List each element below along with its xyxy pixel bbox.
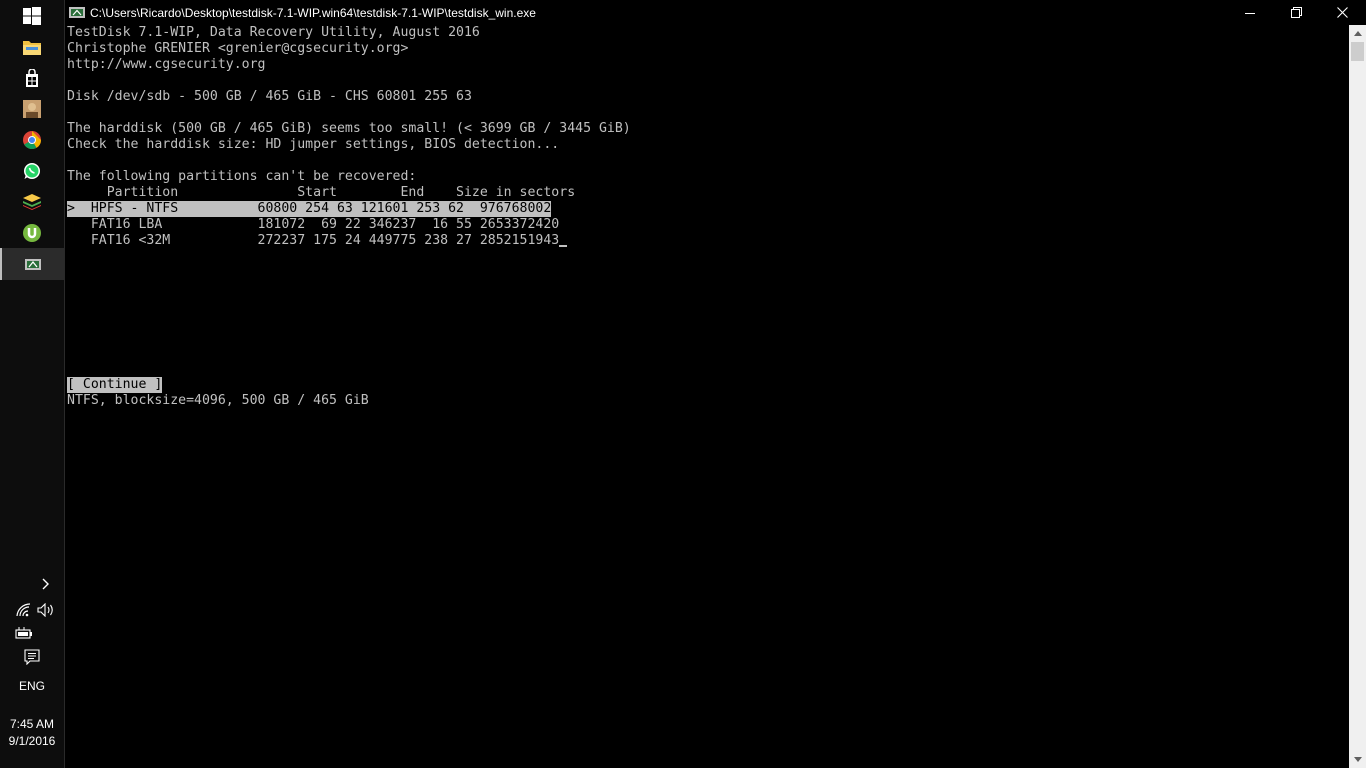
minimize-icon[interactable] xyxy=(1227,0,1273,25)
disk-info-line: Disk /dev/sdb - 500 GB / 465 GiB - CHS 6… xyxy=(67,89,472,104)
battery-icon[interactable] xyxy=(14,625,34,641)
testdisk-app-icon xyxy=(69,6,85,20)
author-line: Christophe GRENIER <grenier@cgsecurity.o… xyxy=(67,41,409,56)
testdisk-icon[interactable] xyxy=(0,248,64,280)
scrollbar-thumb[interactable] xyxy=(1351,42,1364,61)
taskbar: ENG 7:45 AM 9/1/2016 xyxy=(0,0,64,768)
partition-row[interactable]: FAT16 <32M 272237 175 24 449775 238 27 2… xyxy=(67,233,568,249)
scroll-down-icon[interactable] xyxy=(1349,751,1366,768)
action-center-icon[interactable] xyxy=(22,648,42,666)
continue-button[interactable]: [ Continue ] xyxy=(67,377,163,393)
app-header-line: TestDisk 7.1-WIP, Data Recovery Utility,… xyxy=(67,25,480,40)
chevron-right-icon[interactable] xyxy=(38,575,54,593)
speaker-icon[interactable] xyxy=(36,601,56,619)
utorrent-icon[interactable] xyxy=(0,217,64,249)
console-window: C:\Users\Ricardo\Desktop\testdisk-7.1-WI… xyxy=(64,0,1366,768)
scroll-up-icon[interactable] xyxy=(1349,25,1366,42)
window-title: C:\Users\Ricardo\Desktop\testdisk-7.1-WI… xyxy=(90,5,536,20)
partition-row[interactable]: FAT16 LBA 181072 69 22 346237 16 55 2653… xyxy=(67,217,559,233)
clock-date[interactable]: 9/1/2016 xyxy=(0,734,64,748)
windows-start-icon[interactable] xyxy=(0,0,64,32)
partitions-intro: The following partitions can't be recove… xyxy=(67,169,417,184)
disk-check-hint: Check the harddisk size: HD jumper setti… xyxy=(67,137,560,152)
text-cursor xyxy=(559,245,568,247)
user-photo-icon[interactable] xyxy=(0,93,64,125)
language-indicator[interactable]: ENG xyxy=(0,679,64,693)
partition-table-header: Partition Start End Size in sectors xyxy=(67,185,576,200)
disk-size-warning: The harddisk (500 GB / 465 GiB) seems to… xyxy=(67,121,631,136)
partition-row-text: FAT16 <32M 272237 175 24 449775 238 27 2… xyxy=(67,233,560,248)
title-bar[interactable]: C:\Users\Ricardo\Desktop\testdisk-7.1-WI… xyxy=(65,0,1366,25)
website-line: http://www.cgsecurity.org xyxy=(67,57,266,72)
restore-icon[interactable] xyxy=(1273,0,1319,25)
whatsapp-icon[interactable] xyxy=(0,155,64,187)
chrome-icon[interactable] xyxy=(0,124,64,156)
console-output[interactable]: TestDisk 7.1-WIP, Data Recovery Utility,… xyxy=(67,25,1349,765)
status-line: NTFS, blocksize=4096, 500 GB / 465 GiB xyxy=(67,393,369,408)
file-explorer-icon[interactable] xyxy=(0,31,64,63)
vertical-scrollbar[interactable] xyxy=(1349,25,1366,768)
close-icon[interactable] xyxy=(1319,0,1365,25)
clock-time[interactable]: 7:45 AM xyxy=(0,717,64,731)
bluestacks-icon[interactable] xyxy=(0,186,64,218)
store-icon[interactable] xyxy=(0,62,64,94)
partition-row-selected[interactable]: > HPFS - NTFS 60800 254 63 121601 253 62… xyxy=(67,201,552,217)
wifi-icon[interactable] xyxy=(14,601,34,619)
